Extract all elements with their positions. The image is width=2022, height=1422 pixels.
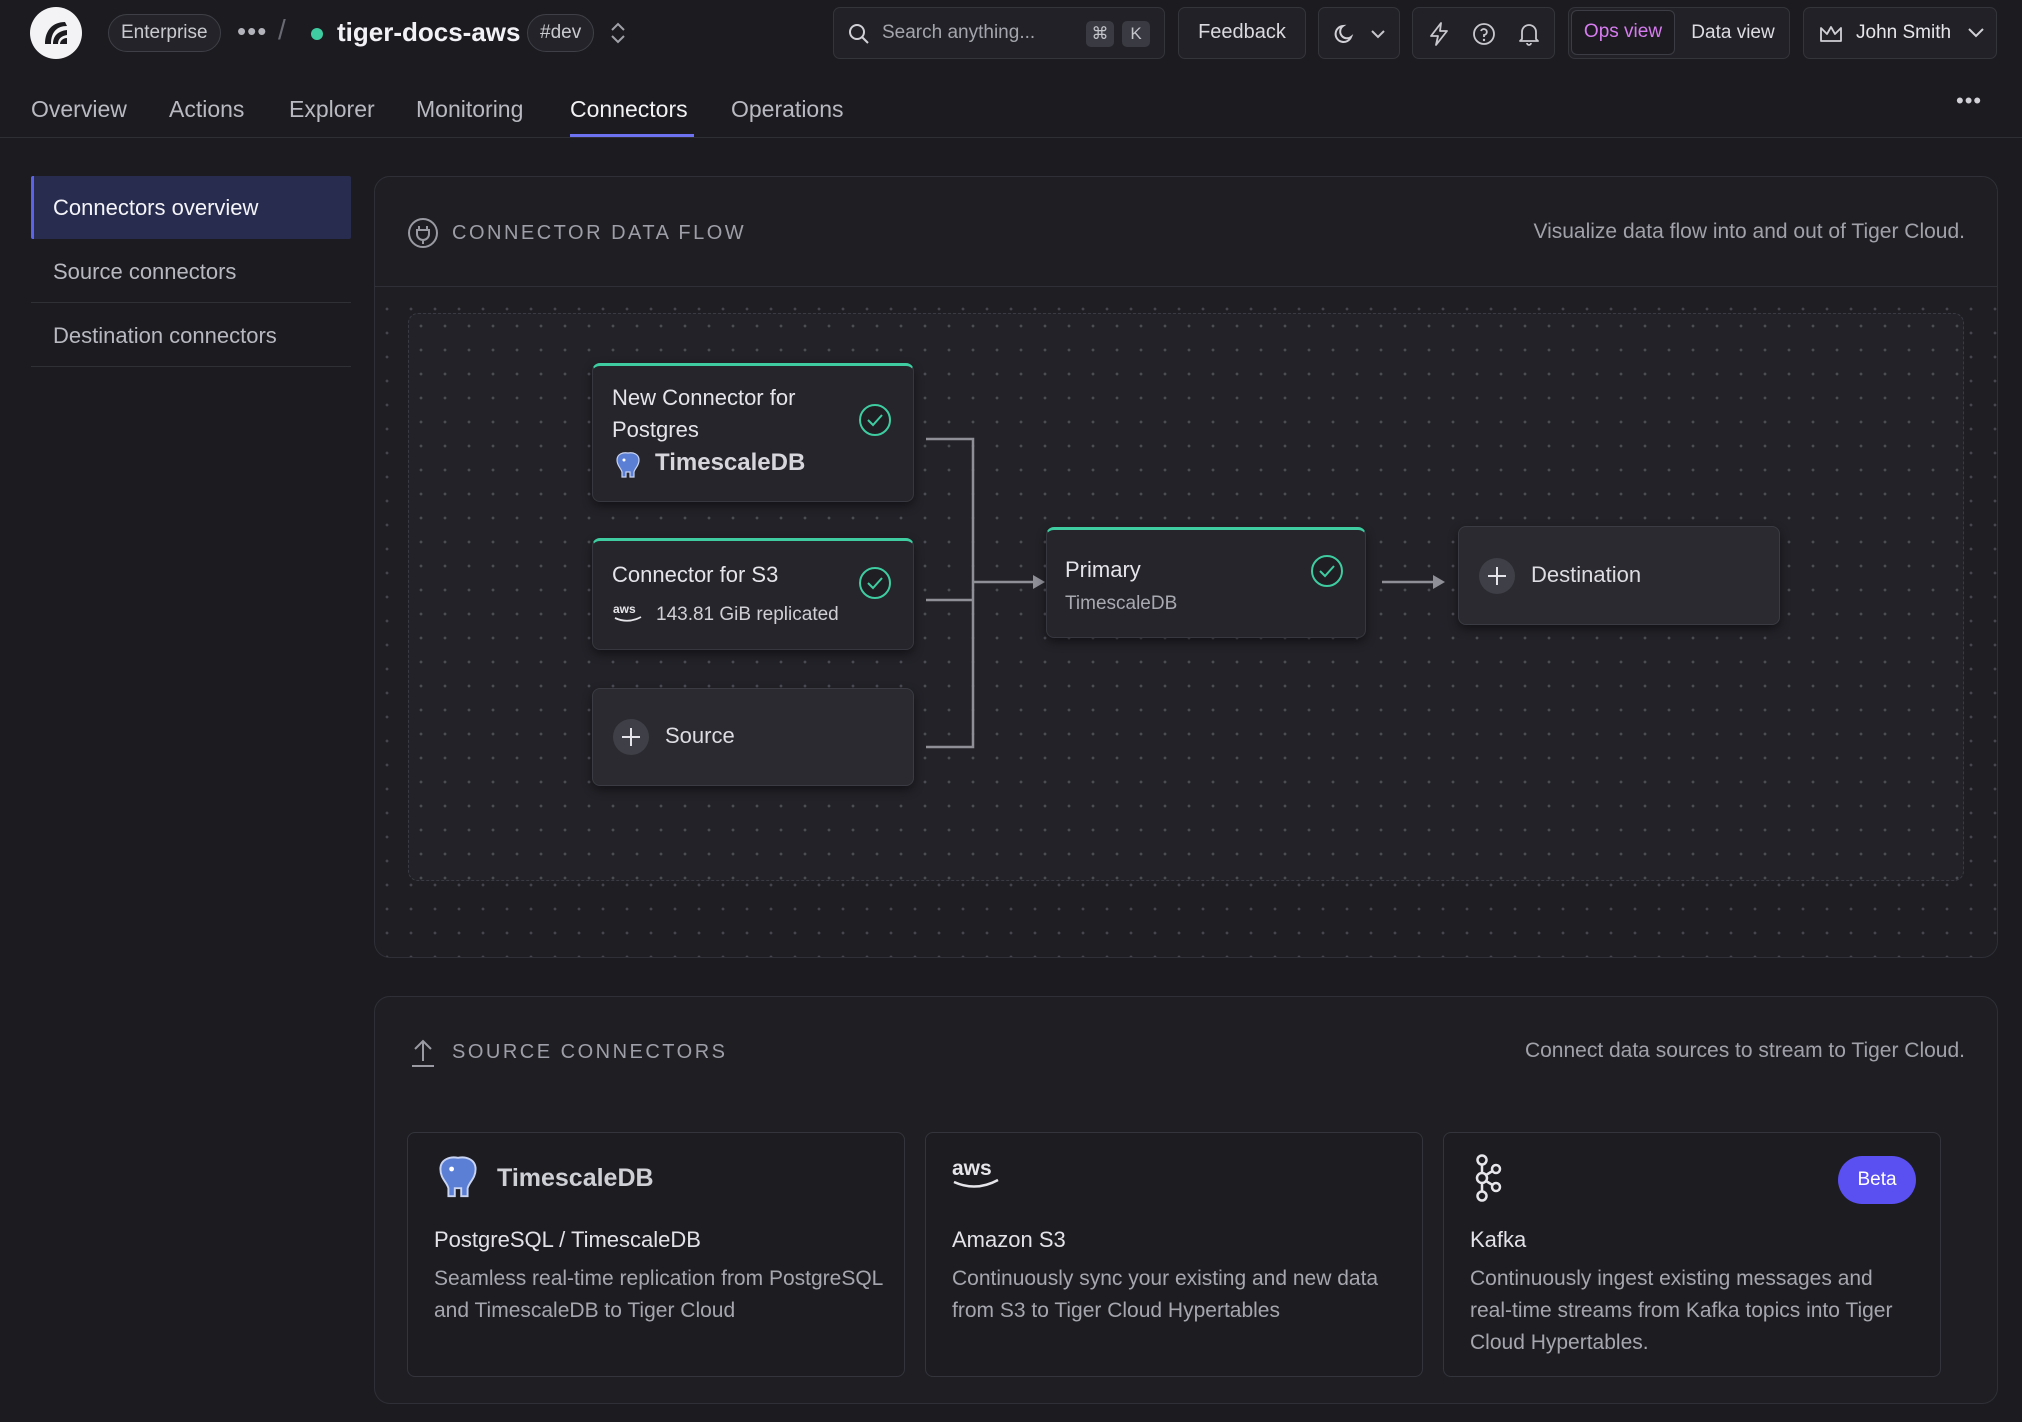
source-node-subtitle: TimescaleDB	[655, 449, 806, 476]
elephant-icon	[616, 452, 640, 478]
bell-icon[interactable]	[1516, 21, 1542, 47]
search-placeholder: Search anything...	[882, 22, 1036, 43]
timescaledb-elephant-icon	[439, 1156, 477, 1198]
tiger-logo[interactable]	[30, 7, 82, 59]
aws-icon: aws	[952, 1157, 999, 1188]
chevron-down-icon	[1371, 30, 1385, 39]
add-source-button[interactable]: Source	[592, 688, 914, 786]
check-circle-icon	[859, 404, 891, 436]
shortcut-mod-key: ⌘	[1086, 21, 1114, 47]
primary-node-subtitle: TimescaleDB	[1065, 593, 1178, 614]
top-bar: Enterprise ••• / tiger-docs-aws #dev Sea…	[0, 0, 2022, 66]
help-icon[interactable]	[1471, 21, 1497, 47]
ops-view-button[interactable]: Ops view	[1571, 10, 1675, 55]
service-status-dot	[311, 28, 323, 40]
source-connectors-subtitle: Connect data sources to stream to Tiger …	[1524, 1039, 1965, 1062]
shortcut-k-key: K	[1122, 21, 1150, 47]
plus-icon	[1479, 558, 1515, 594]
source-node-title: Connector for S3	[612, 562, 779, 587]
svg-text:aws: aws	[613, 602, 636, 616]
chevron-down-icon	[1968, 28, 1984, 38]
sidebar-item-connectors-overview[interactable]: Connectors overview	[31, 176, 351, 239]
card-title: Kafka	[1470, 1227, 1527, 1252]
quick-actions-group	[1412, 7, 1555, 59]
crown-icon	[1820, 26, 1842, 42]
add-destination-label: Destination	[1531, 562, 1642, 587]
flow-section-title: CONNECTOR DATA FLOW	[452, 222, 747, 244]
view-switcher: Ops view Data view	[1568, 7, 1790, 59]
tab-connectors[interactable]: Connectors	[570, 96, 688, 123]
feedback-button[interactable]: Feedback	[1178, 7, 1306, 59]
primary-node-title: Primary	[1065, 557, 1141, 582]
breadcrumb-separator: /	[278, 14, 286, 45]
service-name[interactable]: tiger-docs-aws	[337, 17, 521, 48]
source-node-title: New Connector for Postgres	[612, 385, 796, 442]
source-connectors-title: SOURCE CONNECTORS	[452, 1041, 728, 1063]
env-badge[interactable]: #dev	[527, 14, 595, 52]
flow-section-subtitle: Visualize data flow into and out of Tige…	[1533, 220, 1965, 243]
source-node-subtitle: 143.81 GiB replicated	[656, 604, 839, 625]
source-node-postgres[interactable]: New Connector for Postgres TimescaleDB	[592, 363, 914, 502]
card-description: Continuously ingest existing messages an…	[1470, 1267, 1893, 1354]
user-menu[interactable]: John Smith	[1803, 7, 1997, 59]
card-description: Continuously sync your existing and new …	[952, 1267, 1379, 1322]
tab-actions[interactable]: Actions	[169, 96, 244, 123]
source-node-s3[interactable]: Connector for S3 aws 143.81 GiB replicat…	[592, 538, 914, 650]
connector-card-kafka[interactable]: Beta Kafka Continuously ingest existing …	[1443, 1132, 1941, 1377]
connector-card-s3[interactable]: aws Amazon S3 Continuously sync your exi…	[925, 1132, 1423, 1377]
check-circle-icon	[859, 567, 891, 599]
flow-panel-header: CONNECTOR DATA FLOW Visualize data flow …	[375, 177, 1997, 287]
kafka-icon	[1475, 1154, 1502, 1202]
tab-explorer[interactable]: Explorer	[289, 96, 375, 123]
upload-arrow-icon	[412, 1039, 434, 1067]
sidebar-item-source-connectors[interactable]: Source connectors	[31, 240, 351, 303]
more-options-icon[interactable]: •••	[1956, 88, 1982, 114]
chevron-up-down-icon[interactable]	[607, 20, 629, 46]
add-destination-button[interactable]: Destination	[1458, 526, 1780, 625]
active-tab-indicator	[570, 134, 694, 137]
timescaledb-logo-text: TimescaleDB	[497, 1164, 654, 1192]
beta-badge: Beta	[1838, 1156, 1916, 1204]
search-icon	[849, 24, 869, 44]
sidebar-item-destination-connectors[interactable]: Destination connectors	[31, 304, 351, 367]
tab-overview[interactable]: Overview	[31, 96, 127, 123]
org-badge[interactable]: Enterprise	[108, 14, 221, 52]
flow-canvas: New Connector for Postgres TimescaleDB C…	[408, 313, 1964, 881]
main-tabs: Overview Actions Explorer Monitoring Con…	[0, 66, 2022, 138]
search-bar[interactable]: Search anything... ⌘ K	[833, 7, 1165, 59]
tab-monitoring[interactable]: Monitoring	[416, 96, 523, 123]
card-description: Seamless real-time replication from Post…	[434, 1267, 883, 1322]
card-title: PostgreSQL / TimescaleDB	[434, 1227, 701, 1252]
theme-toggle[interactable]	[1318, 7, 1400, 59]
app-root: Enterprise ••• / tiger-docs-aws #dev Sea…	[0, 0, 2022, 1422]
user-name: John Smith	[1856, 22, 1952, 43]
connector-card-postgres[interactable]: TimescaleDB PostgreSQL / TimescaleDB Sea…	[407, 1132, 905, 1377]
tab-operations[interactable]: Operations	[731, 96, 844, 123]
plug-icon	[408, 218, 438, 248]
add-source-label: Source	[665, 723, 735, 748]
check-circle-icon	[1311, 555, 1343, 587]
plus-icon	[613, 719, 649, 755]
lightning-icon[interactable]	[1427, 21, 1451, 47]
card-title: Amazon S3	[952, 1227, 1066, 1252]
data-view-button[interactable]: Data view	[1679, 10, 1787, 55]
svg-text:aws: aws	[952, 1157, 992, 1180]
primary-database-node[interactable]: Primary TimescaleDB	[1046, 527, 1366, 638]
more-dots-icon[interactable]: •••	[237, 16, 267, 47]
tiger-logo-icon	[45, 22, 67, 44]
aws-icon: aws	[613, 602, 642, 622]
moon-icon	[1334, 24, 1354, 43]
